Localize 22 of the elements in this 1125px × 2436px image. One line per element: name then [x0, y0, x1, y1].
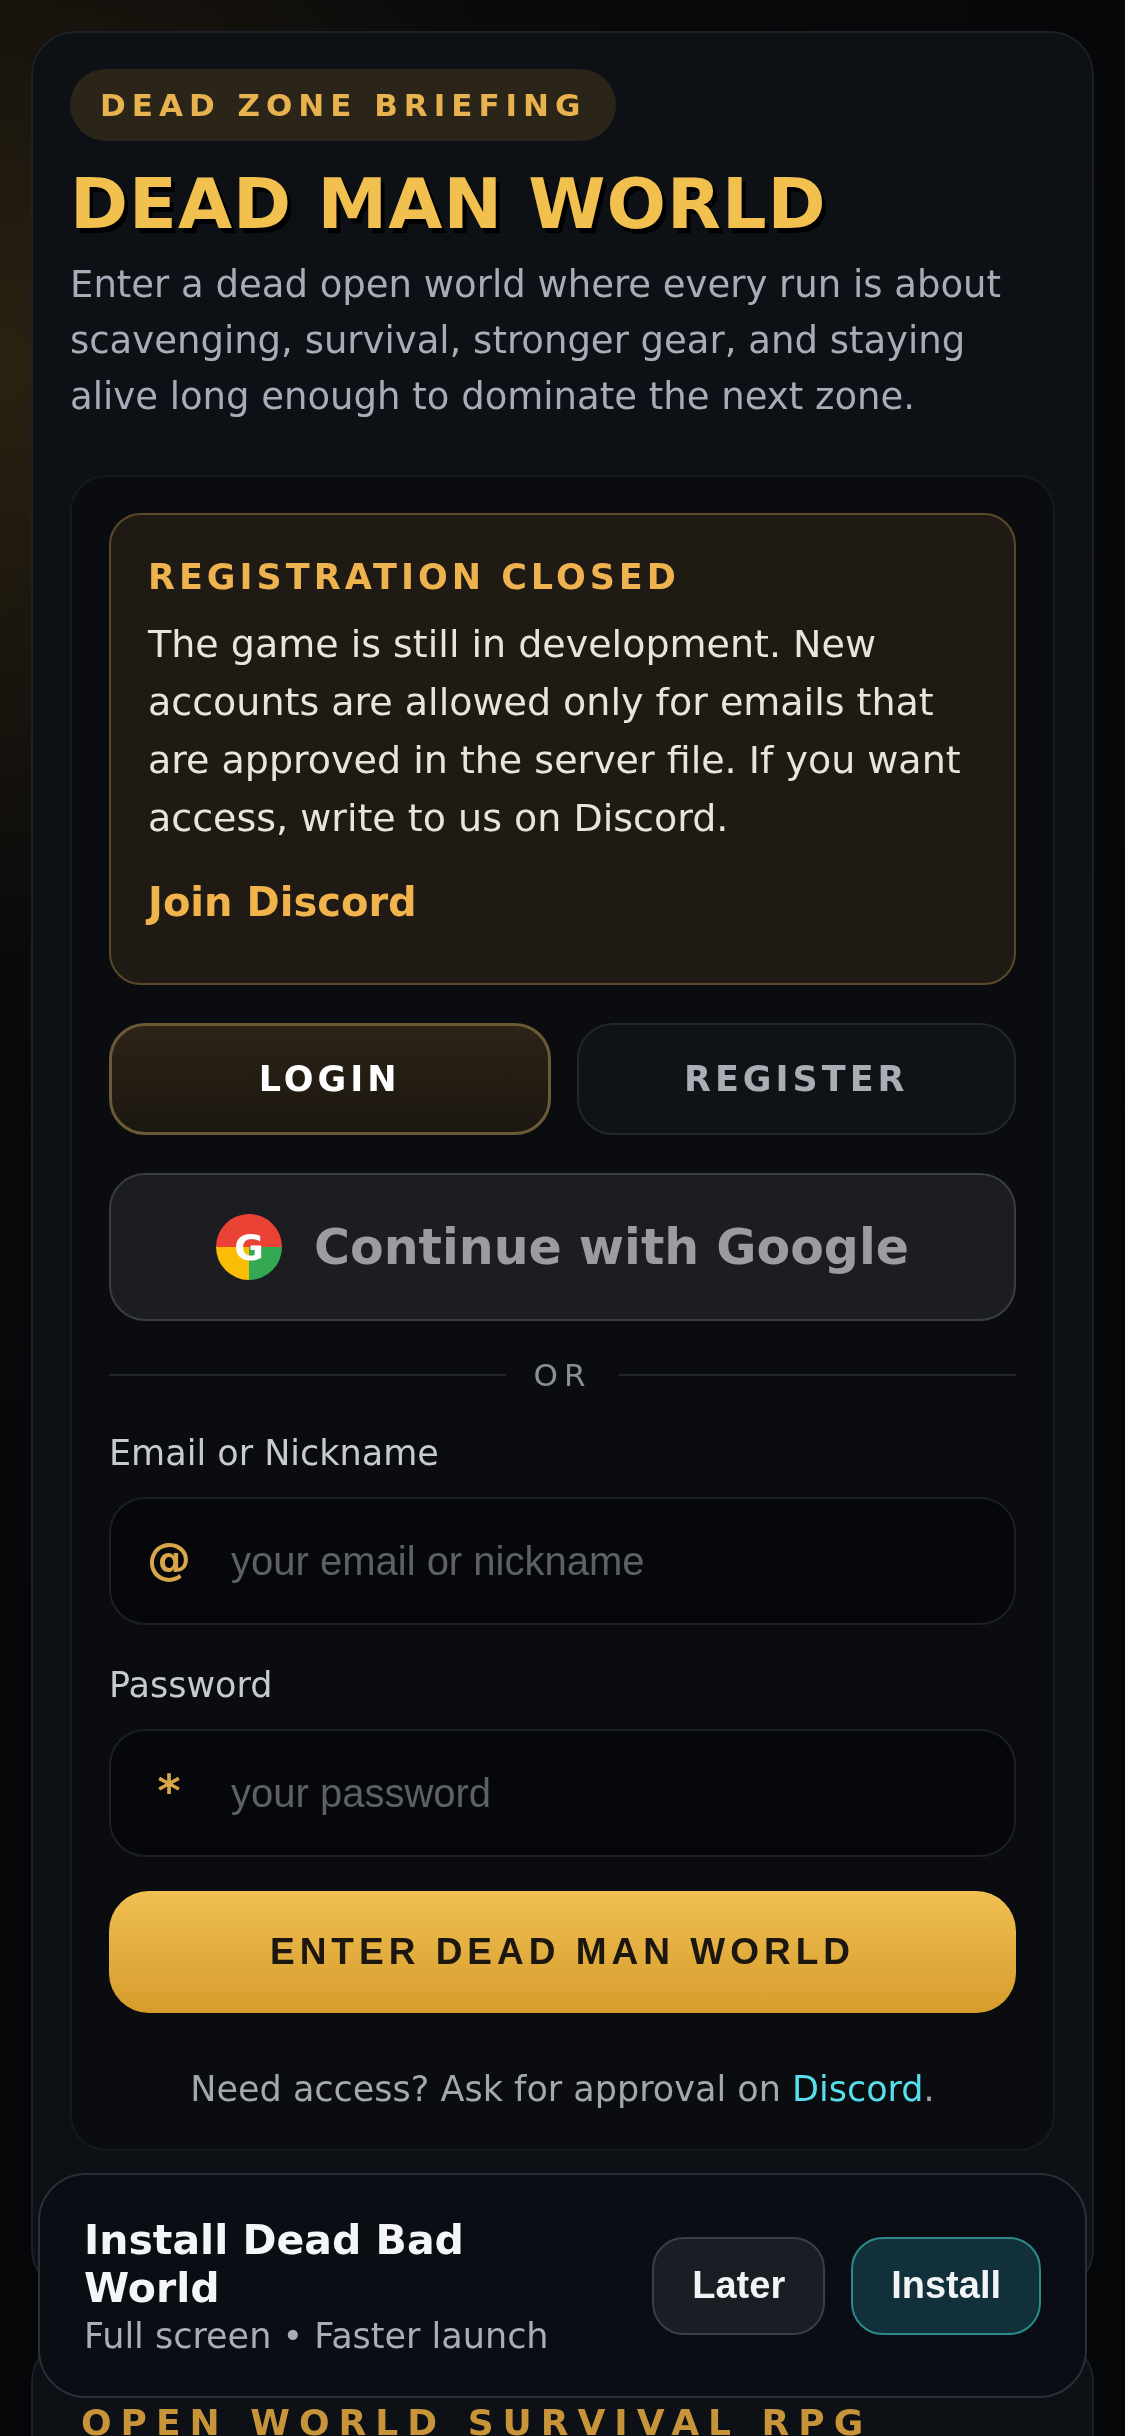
field-icon: *	[147, 1765, 191, 1817]
install-button[interactable]: Install	[851, 2236, 1041, 2335]
access-note: Need access? Ask for approval on Discord.	[189, 2069, 936, 2109]
section-badge: DEAD ZONE BRIEFING	[70, 69, 617, 141]
field-label: Email or Nickname	[109, 1433, 440, 1473]
section-title: OPEN WORLD SURVIVAL RPG	[81, 2402, 874, 2436]
notice-title: REGISTRATION CLOSED	[148, 557, 681, 597]
banner-subtitle: Full screen • Faster launch	[84, 2315, 549, 2356]
game-title: DEAD MAN WORLD	[70, 163, 827, 245]
google-button[interactable]: G Continue with Google	[109, 1173, 1016, 1321]
enter-button[interactable]: ENTER DEAD MAN WORLD	[109, 1891, 1016, 2013]
notice-text: The game is still in development. New accounts are allowed only for emails that are approved in the server file. If you want access, write to us on Discord.	[148, 621, 962, 842]
field-label: Password	[109, 1665, 274, 1705]
game-description: Enter a dead open world where every run is about scavenging, survival, stronger gear, and staying alive long enough to dominate the next zone.	[70, 262, 1003, 420]
later-button[interactable]: Later	[652, 2236, 826, 2335]
tab[interactable]: LOGIN	[109, 1023, 551, 1135]
discord-link[interactable]: Discord	[792, 2069, 924, 2109]
tab[interactable]: REGISTER	[576, 1023, 1016, 1135]
divider-label: OR	[533, 1357, 592, 1393]
google-icon: G	[216, 1214, 283, 1280]
banner-title: Install Dead Bad World	[84, 2215, 465, 2312]
field-icon: @	[147, 1533, 191, 1585]
